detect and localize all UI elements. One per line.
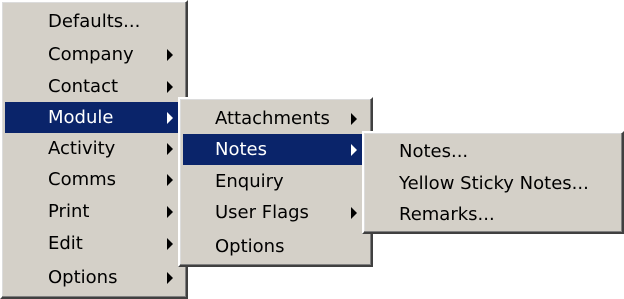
submenu-arrow-icon <box>351 143 357 156</box>
submenu-item-options-label: Options <box>215 235 285 257</box>
menu-item-edit-label: Edit <box>48 232 83 254</box>
menu-item-company[interactable]: Company <box>5 39 183 70</box>
menu-item-defaults[interactable]: Defaults... <box>5 6 183 37</box>
submenu-arrow-icon <box>167 237 173 250</box>
submenu-item-attachments[interactable]: Attachments <box>183 103 368 134</box>
submenu-arrow-icon <box>351 206 357 219</box>
menu-item-module[interactable]: Module <box>5 102 183 133</box>
main-context-menu: Defaults... Company Contact Module Activ… <box>0 0 188 299</box>
menu-item-activity-label: Activity <box>48 137 116 159</box>
submenu-item-attachments-label: Attachments <box>215 107 330 129</box>
menu-item-defaults-label: Defaults... <box>48 10 141 32</box>
submenu-item-enquiry[interactable]: Enquiry <box>183 166 368 197</box>
menu-item-options-label: Options <box>48 266 118 288</box>
submenu-arrow-icon <box>167 48 173 61</box>
menu-item-comms-label: Comms <box>48 168 117 190</box>
notes-item-yellow-sticky-notes[interactable]: Yellow Sticky Notes... <box>367 168 619 199</box>
menu-item-edit[interactable]: Edit <box>5 228 183 259</box>
menu-item-print-label: Print <box>48 200 90 222</box>
submenu-arrow-icon <box>167 80 173 93</box>
menu-item-contact[interactable]: Contact <box>5 71 183 102</box>
notes-submenu: Notes... Yellow Sticky Notes... Remarks.… <box>362 131 624 234</box>
submenu-arrow-icon <box>167 111 173 124</box>
menu-item-company-label: Company <box>48 43 134 65</box>
submenu-item-user-flags-label: User Flags <box>215 201 309 223</box>
menu-item-module-label: Module <box>48 106 114 128</box>
menu-item-contact-label: Contact <box>48 75 119 97</box>
notes-item-notes-label: Notes... <box>399 140 469 162</box>
submenu-item-user-flags[interactable]: User Flags <box>183 197 368 228</box>
submenu-arrow-icon <box>351 112 357 125</box>
submenu-arrow-icon <box>167 205 173 218</box>
menu-item-print[interactable]: Print <box>5 196 183 227</box>
submenu-item-enquiry-label: Enquiry <box>215 170 284 192</box>
menu-item-activity[interactable]: Activity <box>5 133 183 164</box>
submenu-arrow-icon <box>167 142 173 155</box>
submenu-item-notes-label: Notes <box>215 138 267 160</box>
module-submenu: Attachments Notes Enquiry User Flags Opt… <box>178 97 373 267</box>
menu-item-comms[interactable]: Comms <box>5 164 183 195</box>
notes-item-remarks[interactable]: Remarks... <box>367 199 619 230</box>
notes-item-yellow-sticky-notes-label: Yellow Sticky Notes... <box>399 172 589 194</box>
menu-item-options[interactable]: Options <box>5 262 183 293</box>
submenu-arrow-icon <box>167 271 173 284</box>
submenu-item-options[interactable]: Options <box>183 231 368 262</box>
notes-item-remarks-label: Remarks... <box>399 203 495 225</box>
notes-item-notes[interactable]: Notes... <box>367 136 619 167</box>
submenu-arrow-icon <box>167 173 173 186</box>
submenu-item-notes[interactable]: Notes <box>183 134 368 165</box>
